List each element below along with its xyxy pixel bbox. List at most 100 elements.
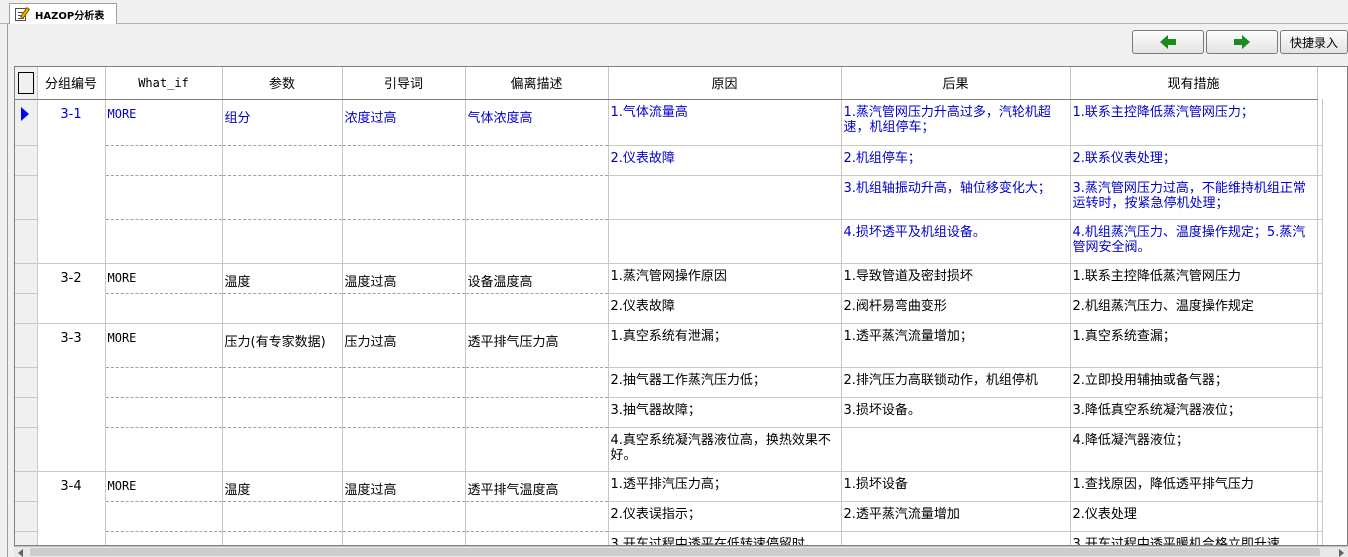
parameter-cell[interactable] <box>222 145 343 176</box>
consequence-cell[interactable]: 3.损坏设备。 <box>841 397 1071 428</box>
whatif-cell[interactable]: MORE <box>105 471 223 502</box>
measure-cell[interactable]: 1.联系主控降低蒸汽管网压力； <box>1070 99 1318 146</box>
consequence-cell[interactable]: 4.损坏透平及机组设备。 <box>841 219 1071 264</box>
row-indicator[interactable] <box>15 367 38 398</box>
table-row[interactable]: 2.仪表故障 2.机组停车； 2.联系仪表处理； <box>15 145 1323 176</box>
consequence-cell[interactable]: 2.透平蒸汽流量增加 <box>841 501 1071 532</box>
row-indicator[interactable] <box>15 323 38 368</box>
cause-cell[interactable]: 3.开车过程中透平在低转速停留时 <box>608 531 842 545</box>
next-button[interactable] <box>1206 30 1278 54</box>
cause-cell[interactable] <box>608 219 842 264</box>
guide-word-cell[interactable] <box>342 367 466 398</box>
guide-word-cell[interactable]: 温度过高 <box>342 471 466 502</box>
cause-cell[interactable]: 2.仪表故障 <box>608 145 842 176</box>
consequence-cell[interactable] <box>841 427 1071 472</box>
row-indicator[interactable] <box>15 145 38 176</box>
measure-cell[interactable]: 1.联系主控降低蒸汽管网压力 <box>1070 263 1318 294</box>
consequence-cell[interactable]: 1.损坏设备 <box>841 471 1071 502</box>
deviation-cell[interactable] <box>465 367 609 398</box>
deviation-cell[interactable] <box>465 219 609 264</box>
cause-cell[interactable]: 2.仪表误指示； <box>608 501 842 532</box>
consequence-cell[interactable]: 2.机组停车； <box>841 145 1071 176</box>
whatif-cell[interactable] <box>105 397 223 428</box>
parameter-cell[interactable] <box>222 501 343 532</box>
column-header[interactable]: 偏离描述 <box>465 67 609 100</box>
guide-word-cell[interactable]: 浓度过高 <box>342 99 466 146</box>
whatif-cell[interactable] <box>105 145 223 176</box>
measure-cell[interactable]: 2.立即投用辅抽或备气器； <box>1070 367 1318 398</box>
group-id-cell[interactable]: 3-2 <box>37 263 106 324</box>
consequence-cell[interactable]: 1.导致管道及密封损坏 <box>841 263 1071 294</box>
guide-word-cell[interactable] <box>342 501 466 532</box>
whatif-cell[interactable] <box>105 427 223 472</box>
table-row[interactable]: 3.机组轴振动升高，轴位移变化大； 3.蒸汽管网压力过高，不能维持机组正常运转时，… <box>15 175 1323 220</box>
guide-word-cell[interactable] <box>342 397 466 428</box>
deviation-cell[interactable]: 设备温度高 <box>465 263 609 294</box>
cause-cell[interactable] <box>608 175 842 220</box>
consequence-cell[interactable]: 1.蒸汽管网压力升高过多，汽轮机超速，机组停车； <box>841 99 1071 146</box>
row-indicator[interactable] <box>15 293 38 324</box>
deviation-cell[interactable]: 气体浓度高 <box>465 99 609 146</box>
guide-word-cell[interactable] <box>342 219 466 264</box>
table-row[interactable]: 3-1 MORE 组分 浓度过高 气体浓度高 1.气体流量高 1.蒸汽管网压力升高过多，汽轮… <box>15 99 1323 264</box>
whatif-cell[interactable]: MORE <box>105 323 223 368</box>
table-row[interactable]: 4.真空系统凝汽器液位高，换热效果不好。 4.降低凝汽器液位； <box>15 427 1323 472</box>
deviation-cell[interactable] <box>465 293 609 324</box>
cause-cell[interactable]: 1.真空系统有泄漏； <box>608 323 842 368</box>
guide-word-cell[interactable]: 压力过高 <box>342 323 466 368</box>
whatif-cell[interactable] <box>105 175 223 220</box>
whatif-cell[interactable]: MORE <box>105 263 223 294</box>
cause-cell[interactable]: 4.真空系统凝汽器液位高，换热效果不好。 <box>608 427 842 472</box>
cause-cell[interactable]: 2.抽气器工作蒸汽压力低； <box>608 367 842 398</box>
row-indicator[interactable] <box>15 471 38 502</box>
table-row[interactable]: 2.仪表故障 2.阀杆易弯曲变形 2.机组蒸汽压力、温度操作规定 <box>15 293 1323 324</box>
tab-hazop[interactable]: HAZOP分析表 <box>9 3 117 25</box>
group-id-cell[interactable]: 3-1 <box>37 99 106 264</box>
hazop-grid[interactable]: 分组编号 What_if 参数 引导词 偏离描述 原因 后果 现有措施 3-1 M… <box>14 66 1348 546</box>
deviation-cell[interactable] <box>465 145 609 176</box>
scrollbar-thumb[interactable] <box>30 548 1320 556</box>
row-indicator[interactable] <box>15 531 38 545</box>
row-indicator[interactable] <box>15 99 38 146</box>
table-row[interactable]: 4.损坏透平及机组设备。 4.机组蒸汽压力、温度操作规定；5.蒸汽管网安全阀。 <box>15 219 1323 264</box>
parameter-cell[interactable] <box>222 175 343 220</box>
table-row[interactable]: 3-2 MORE 温度 温度过高 设备温度高 1.蒸汽管网操作原因 1.导致管道及密封损坏 1… <box>15 263 1323 324</box>
measure-cell[interactable]: 4.机组蒸汽压力、温度操作规定；5.蒸汽管网安全阀。 <box>1070 219 1318 264</box>
consequence-cell[interactable]: 1.透平蒸汽流量增加； <box>841 323 1071 368</box>
whatif-cell[interactable] <box>105 531 223 545</box>
deviation-cell[interactable] <box>465 427 609 472</box>
previous-button[interactable] <box>1132 30 1204 54</box>
consequence-cell[interactable]: 3.机组轴振动升高，轴位移变化大； <box>841 175 1071 220</box>
cause-cell[interactable]: 1.气体流量高 <box>608 99 842 146</box>
scroll-left-icon[interactable] <box>18 549 23 557</box>
table-row[interactable]: 3-3 MORE 压力(有专家数据) 压力过高 透平排气压力高 1.真空系统有泄漏； 1.透… <box>15 323 1323 472</box>
parameter-cell[interactable]: 温度 <box>222 263 343 294</box>
column-header[interactable]: 分组编号 <box>37 67 106 100</box>
measure-cell[interactable]: 1.查找原因，降低透平排气压力 <box>1070 471 1318 502</box>
row-indicator[interactable] <box>15 501 38 532</box>
deviation-cell[interactable]: 透平排气压力高 <box>465 323 609 368</box>
parameter-cell[interactable]: 温度 <box>222 471 343 502</box>
consequence-cell[interactable] <box>841 531 1071 545</box>
guide-word-cell[interactable] <box>342 145 466 176</box>
row-indicator[interactable] <box>15 427 38 472</box>
column-header[interactable]: 原因 <box>608 67 842 100</box>
guide-word-cell[interactable] <box>342 531 466 545</box>
table-row[interactable]: 3-4 MORE 温度 温度过高 透平排气温度高 1.透平排汽压力高； 1.损坏设备 1.查找… <box>15 471 1323 545</box>
cause-cell[interactable]: 1.蒸汽管网操作原因 <box>608 263 842 294</box>
column-header[interactable]: 后果 <box>841 67 1071 100</box>
select-all-corner[interactable] <box>15 67 38 100</box>
measure-cell[interactable]: 3.蒸汽管网压力过高，不能维持机组正常运转时，按紧急停机处理； <box>1070 175 1318 220</box>
row-indicator[interactable] <box>15 219 38 264</box>
table-row[interactable]: 3.抽气器故障； 3.损坏设备。 3.降低真空系统凝汽器液位； <box>15 397 1323 428</box>
measure-cell[interactable]: 1.真空系统查漏； <box>1070 323 1318 368</box>
whatif-cell[interactable] <box>105 501 223 532</box>
consequence-cell[interactable]: 2.阀杆易弯曲变形 <box>841 293 1071 324</box>
parameter-cell[interactable]: 组分 <box>222 99 343 146</box>
measure-cell[interactable]: 2.联系仪表处理； <box>1070 145 1318 176</box>
deviation-cell[interactable] <box>465 397 609 428</box>
table-row[interactable]: 2.仪表误指示； 2.透平蒸汽流量增加 2.仪表处理 <box>15 501 1323 532</box>
table-row[interactable]: 2.抽气器工作蒸汽压力低； 2.排汽压力高联锁动作，机组停机 2.立即投用辅抽或备气… <box>15 367 1323 398</box>
whatif-cell[interactable] <box>105 219 223 264</box>
deviation-cell[interactable] <box>465 175 609 220</box>
